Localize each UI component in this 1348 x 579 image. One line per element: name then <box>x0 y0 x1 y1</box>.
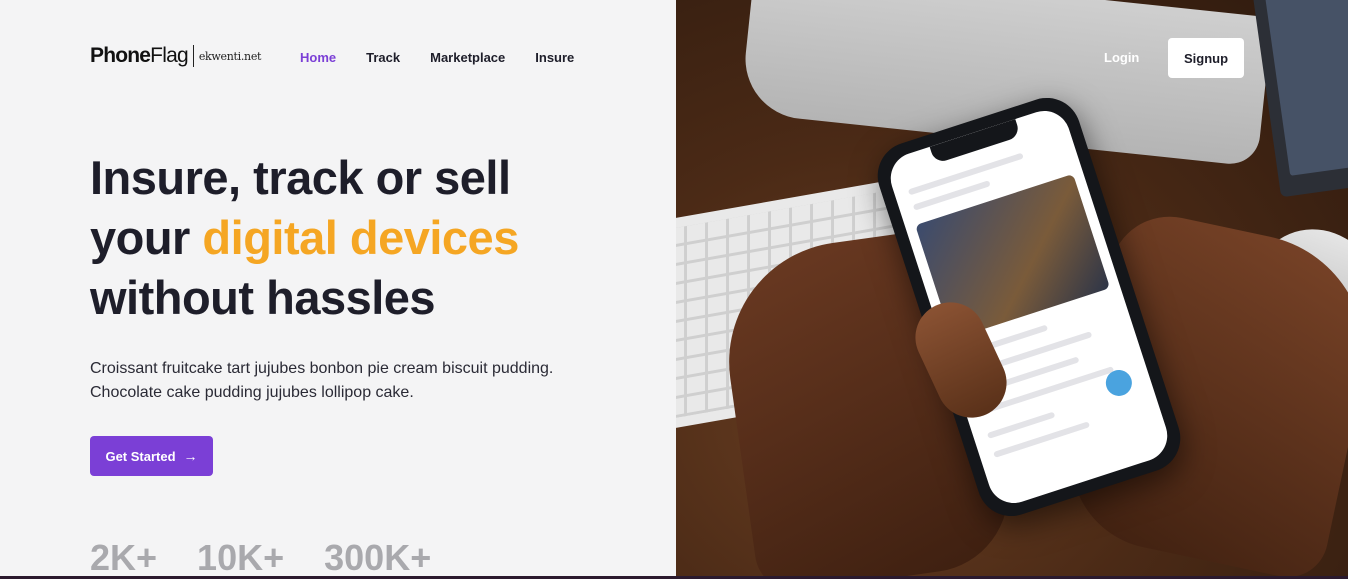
signup-button[interactable]: Signup <box>1168 38 1244 78</box>
logo-wordmark: PhoneFlag <box>90 44 189 67</box>
nav-insure[interactable]: Insure <box>535 50 574 65</box>
hero-description-line2: Chocolate cake pudding jujubes lollipop … <box>90 384 414 401</box>
main-nav: Home Track Marketplace Insure <box>300 50 574 65</box>
hero-description: Croissant fruitcake tart jujubes bonbon … <box>90 357 590 405</box>
stats-row: 2K+ 10K+ 300K+ <box>90 536 431 579</box>
hero-title-accent: digital devices <box>202 211 519 264</box>
nav-home[interactable]: Home <box>300 50 336 65</box>
laptop-shape <box>1251 0 1348 198</box>
hero-title-line2-prefix: your <box>90 211 203 264</box>
hero-title-line3: without hassles <box>90 271 436 324</box>
get-started-button[interactable]: Get Started → <box>90 436 213 476</box>
hero-title-line1: Insure, track or sell <box>90 151 511 204</box>
hero-photo <box>676 0 1348 579</box>
login-link[interactable]: Login <box>1104 50 1139 65</box>
stat-value: 10K+ <box>197 537 285 578</box>
nav-track[interactable]: Track <box>366 50 400 65</box>
hero-title: Insure, track or sell your digital devic… <box>90 148 650 328</box>
arrow-right-icon: → <box>183 448 198 464</box>
stat-value: 2K+ <box>90 537 158 578</box>
stat-value: 300K+ <box>324 537 432 578</box>
hero-description-line1: Croissant fruitcake tart jujubes bonbon … <box>90 360 554 377</box>
logo-divider <box>192 45 194 67</box>
brand-logo[interactable]: PhoneFlag ekwenti.net <box>90 44 261 68</box>
logo-subtext: ekwenti.net <box>198 49 262 63</box>
nav-marketplace[interactable]: Marketplace <box>430 50 505 65</box>
get-started-label: Get Started <box>105 448 176 464</box>
